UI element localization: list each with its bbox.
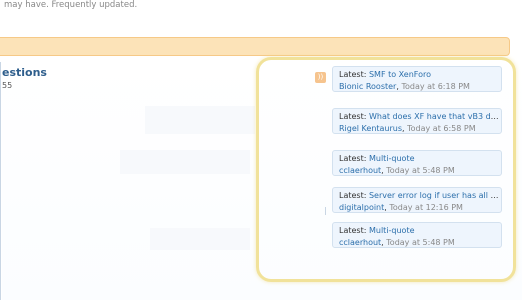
latest-time[interactable]: Today at 5:48 PM bbox=[386, 166, 455, 175]
latest-post-card: Latest: SMF to XenForo Bionic Rooster, T… bbox=[332, 66, 502, 92]
latest-post-card: Latest: Multi-quote cclaerhout, Today at… bbox=[332, 222, 502, 248]
latest-thread-link[interactable]: SMF to XenForo bbox=[369, 70, 431, 79]
latest-time[interactable]: Today at 12:16 PM bbox=[389, 203, 463, 212]
latest-label: Latest: bbox=[339, 226, 367, 235]
forum-list-border bbox=[0, 62, 1, 300]
forum-row-shade bbox=[145, 106, 255, 134]
latest-label: Latest: bbox=[339, 191, 367, 200]
latest-time[interactable]: Today at 6:58 PM bbox=[407, 124, 476, 133]
latest-post-card: Latest: What does XF have that vB3 do...… bbox=[332, 108, 502, 134]
latest-post-card: Latest: Server error log if user has all… bbox=[332, 187, 502, 213]
latest-user-link[interactable]: Rigel Kentaurus bbox=[339, 124, 402, 133]
forum-description: may have. Frequently updated. bbox=[4, 0, 138, 10]
latest-thread-link[interactable]: What does XF have that vB3 do... bbox=[369, 112, 501, 121]
latest-label: Latest: bbox=[339, 154, 367, 163]
latest-label: Latest: bbox=[339, 70, 367, 79]
latest-thread-link[interactable]: Multi-quote bbox=[369, 154, 415, 163]
latest-user-link[interactable]: Bionic Rooster bbox=[339, 82, 396, 91]
category-strip bbox=[0, 37, 510, 56]
latest-thread-link[interactable]: Server error log if user has all p... bbox=[369, 191, 501, 200]
latest-time[interactable]: Today at 6:18 PM bbox=[401, 82, 470, 91]
latest-thread-link[interactable]: Multi-quote bbox=[369, 226, 415, 235]
latest-label: Latest: bbox=[339, 112, 367, 121]
forum-row-shade bbox=[150, 228, 250, 250]
latest-time[interactable]: Today at 5:48 PM bbox=[386, 238, 455, 247]
latest-user-link[interactable]: digitalpoint bbox=[339, 203, 384, 212]
forum-title-link[interactable]: estions bbox=[2, 66, 47, 79]
latest-user-link[interactable]: cclaerhout bbox=[339, 166, 381, 175]
forum-stats: 55 bbox=[2, 81, 13, 90]
latest-user-link[interactable]: cclaerhout bbox=[339, 238, 381, 247]
latest-post-card: Latest: Multi-quote cclaerhout, Today at… bbox=[332, 150, 502, 176]
forum-row-shade bbox=[120, 150, 250, 174]
